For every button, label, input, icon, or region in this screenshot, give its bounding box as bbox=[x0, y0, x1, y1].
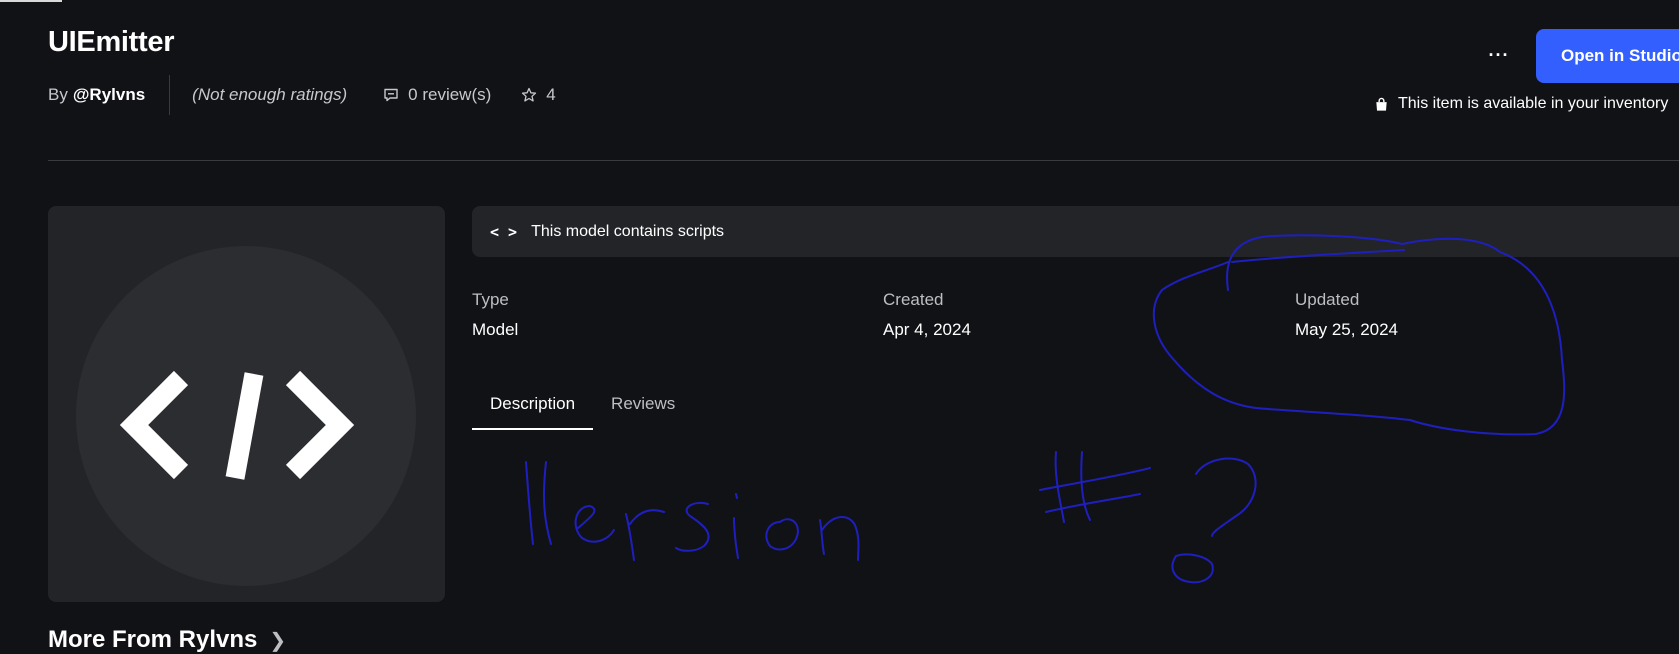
more-from-label: More From Rylvns bbox=[48, 626, 258, 653]
meta-divider bbox=[169, 75, 171, 115]
item-title: UIEmitter bbox=[48, 26, 175, 58]
code-icon bbox=[119, 370, 355, 480]
comment-icon bbox=[384, 88, 398, 102]
star-icon bbox=[522, 87, 537, 102]
ratings-text: (Not enough ratings) bbox=[192, 85, 348, 104]
detail-created-label: Created bbox=[883, 290, 944, 309]
favorites-count-label: 4 bbox=[546, 85, 556, 104]
shopping-bag-icon bbox=[1376, 97, 1387, 111]
detail-updated-value: May 25, 2024 bbox=[1295, 320, 1399, 339]
detail-type-value: Model bbox=[472, 320, 519, 339]
chevron-right-icon: ❯ bbox=[269, 629, 287, 652]
creator-line: By @Rylvns bbox=[48, 85, 145, 105]
inventory-note: This item is available in your inventory bbox=[1374, 92, 1668, 116]
code-small-icon: < > bbox=[490, 222, 518, 241]
top-highlight-line bbox=[0, 0, 62, 2]
detail-type-label: Type bbox=[472, 290, 509, 309]
detail-updated-label: Updated bbox=[1295, 290, 1360, 309]
item-thumbnail[interactable] bbox=[48, 206, 445, 602]
scripts-notice-text: This model contains scripts bbox=[531, 222, 725, 240]
detail-updated: Updated May 25, 2024 bbox=[1295, 290, 1398, 340]
ellipsis-icon: ··· bbox=[1488, 44, 1510, 65]
detail-created: Created Apr 4, 2024 bbox=[883, 290, 971, 340]
header-divider bbox=[48, 160, 1679, 161]
item-meta: By @Rylvns (Not enough ratings) 0 review… bbox=[48, 75, 556, 115]
favorites-count[interactable]: 4 bbox=[521, 85, 556, 105]
tab-description[interactable]: Description bbox=[472, 390, 594, 430]
inventory-note-text: This item is available in your inventory bbox=[1398, 95, 1669, 112]
open-in-studio-button[interactable]: Open in Studio bbox=[1536, 29, 1679, 83]
item-tabs: Description Reviews bbox=[472, 390, 693, 430]
more-from-creator-link[interactable]: More From Rylvns ❯ bbox=[48, 626, 286, 654]
tab-reviews[interactable]: Reviews bbox=[593, 390, 693, 430]
creator-link[interactable]: @Rylvns bbox=[73, 85, 145, 105]
reviews-count[interactable]: 0 review(s) bbox=[383, 85, 491, 105]
by-prefix: By bbox=[48, 85, 68, 104]
more-options-button[interactable]: ··· bbox=[1486, 38, 1512, 72]
detail-created-value: Apr 4, 2024 bbox=[883, 320, 971, 339]
detail-type: Type Model bbox=[472, 290, 518, 340]
scripts-notice: < > This model contains scripts bbox=[472, 206, 1679, 257]
reviews-count-label: 0 review(s) bbox=[408, 85, 492, 104]
